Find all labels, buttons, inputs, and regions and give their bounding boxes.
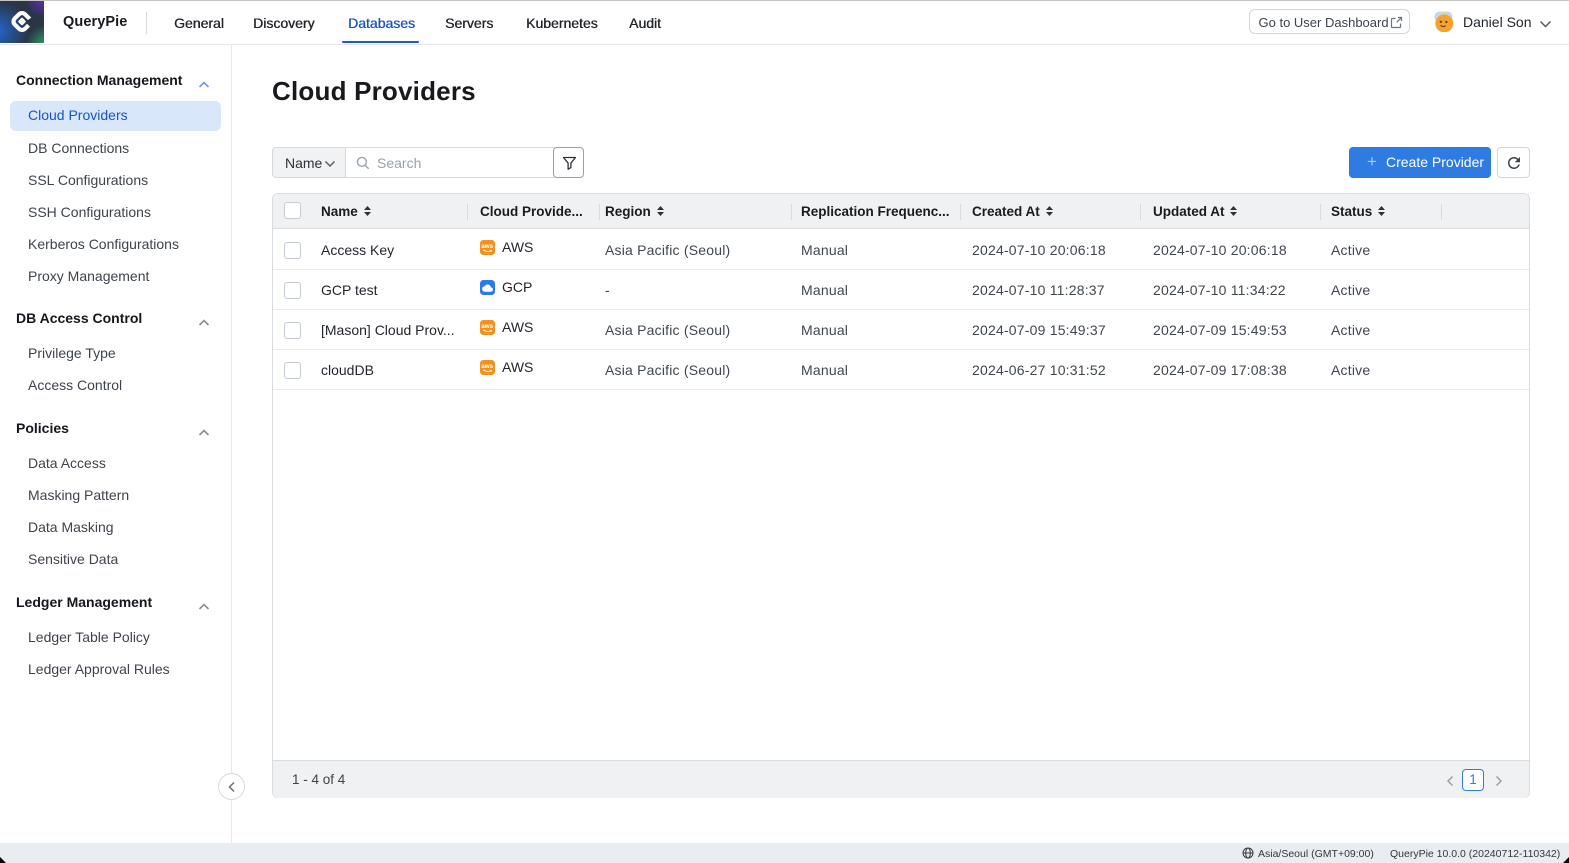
svg-text:aws: aws — [481, 243, 493, 250]
svg-text:aws: aws — [481, 323, 493, 330]
svg-text:aws: aws — [481, 363, 493, 370]
